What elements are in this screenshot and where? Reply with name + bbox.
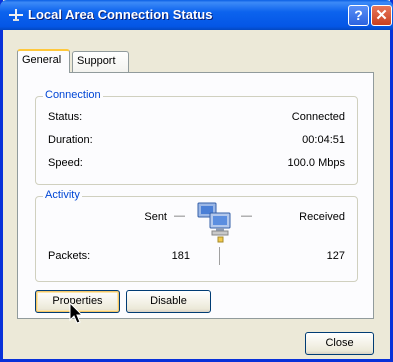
status-label: Status: [48, 111, 83, 123]
sent-connector: — [174, 210, 185, 222]
connection-group: Connection Status: Connected Duration: 0… [35, 89, 358, 185]
received-connector: — [241, 210, 252, 222]
title-bar[interactable]: Local Area Connection Status ? ✕ [0, 0, 393, 30]
duration-value: 00:04:51 [302, 134, 345, 146]
packets-divider [219, 247, 220, 265]
activity-legend: Activity [43, 189, 82, 201]
status-dialog: Local Area Connection Status ? ✕ General… [0, 0, 393, 362]
received-label: Received [299, 211, 345, 223]
close-button[interactable]: Close [305, 332, 374, 355]
network-connection-icon [9, 9, 23, 21]
duration-label: Duration: [48, 134, 93, 146]
tab-general[interactable]: General [17, 49, 70, 73]
close-window-button[interactable]: ✕ [371, 5, 392, 26]
activity-group: Activity Sent — — Received Packets: 181 … [35, 189, 358, 282]
tab-support[interactable]: Support [72, 51, 129, 72]
mouse-cursor-icon [69, 302, 84, 324]
status-value: Connected [291, 111, 345, 123]
help-button[interactable]: ? [348, 5, 369, 26]
speed-value: 100.0 Mbps [287, 157, 345, 169]
connection-legend: Connection [43, 89, 103, 101]
packets-label: Packets: [48, 250, 91, 262]
speed-label: Speed: [48, 157, 83, 169]
network-computers-icon [197, 202, 231, 243]
packets-sent-value: 181 [171, 250, 190, 262]
sent-label: Sent [144, 211, 167, 223]
disable-button[interactable]: Disable [126, 290, 211, 313]
packets-received-value: 127 [326, 250, 345, 262]
general-tab-panel: Connection Status: Connected Duration: 0… [17, 72, 374, 324]
window-title: Local Area Connection Status [28, 7, 213, 22]
